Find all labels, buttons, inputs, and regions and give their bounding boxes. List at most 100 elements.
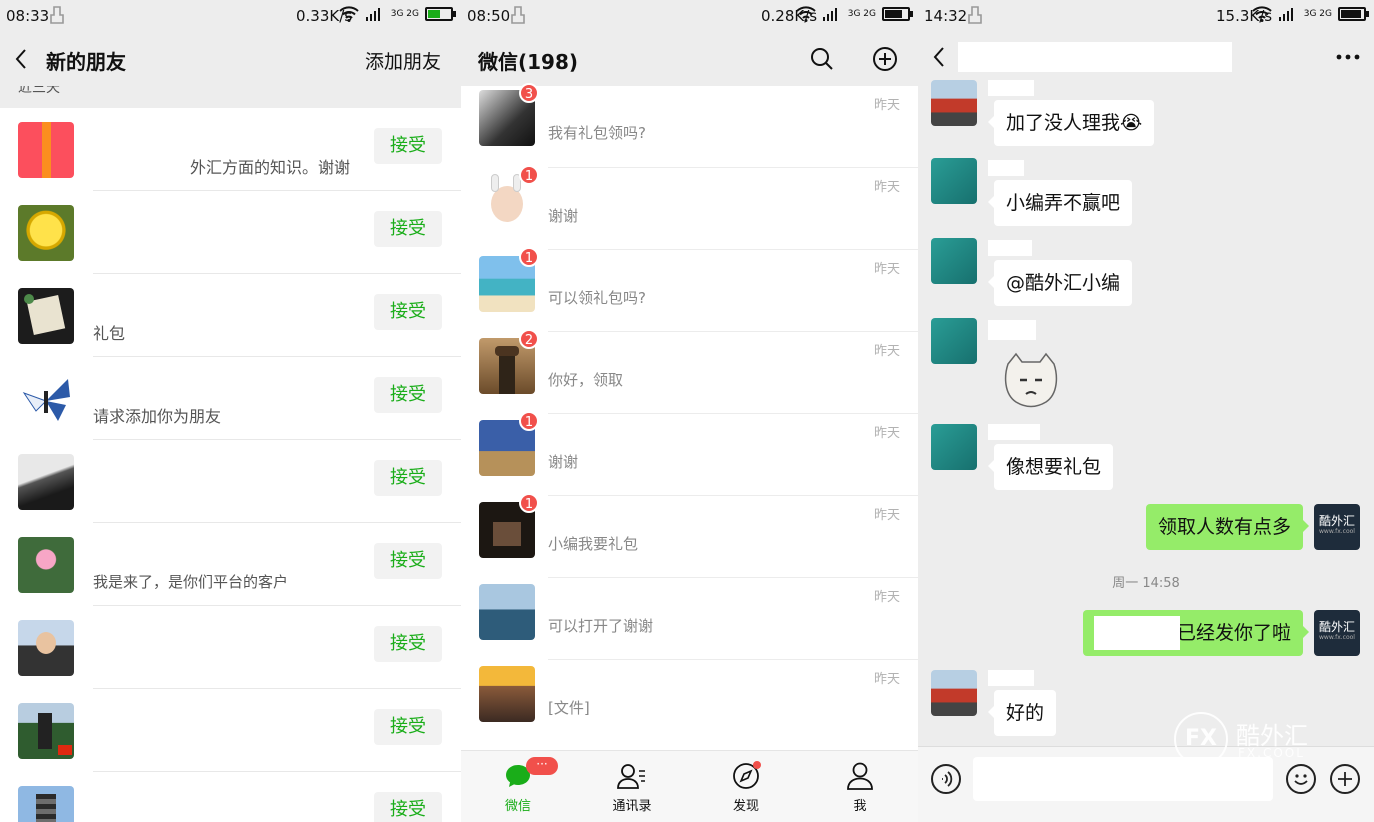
back-arrow-icon[interactable]: [932, 46, 946, 68]
signal-icon: [365, 8, 380, 21]
request-message: 礼包: [93, 324, 126, 343]
avatar: [18, 122, 74, 178]
chat-time: 昨天: [873, 672, 900, 687]
back-arrow-icon[interactable]: [14, 48, 28, 70]
chat-row[interactable]: 1 谢谢 昨天: [461, 165, 918, 250]
conversation-screen: 14:32 15.3K/s 3G 2G 加了没人理我😭 小编弄不赢吧 @酷外汇小…: [918, 0, 1374, 822]
message-bubble[interactable]: 领取人数有点多: [1145, 504, 1310, 550]
add-icon[interactable]: [872, 46, 898, 72]
avatar: [18, 205, 74, 261]
avatar: [18, 454, 74, 510]
plus-icon[interactable]: [1330, 764, 1360, 794]
accept-button[interactable]: 接受: [374, 709, 442, 745]
friend-request-row[interactable]: 接受: [0, 606, 461, 689]
message-bubble[interactable]: @酷外汇小编: [987, 260, 1133, 306]
accept-button[interactable]: 接受: [374, 792, 442, 822]
watermark-url: FX.COOL: [1238, 746, 1305, 760]
unread-badge: 2: [519, 329, 539, 349]
accept-button[interactable]: 接受: [374, 377, 442, 413]
wifi-icon: [1252, 6, 1272, 22]
self-avatar-name: 酷外汇: [1318, 620, 1355, 634]
battery-icon: [882, 7, 913, 21]
nav-bar: 微信(198): [461, 32, 918, 86]
avatar[interactable]: [931, 238, 977, 284]
friend-request-row[interactable]: 接受: [0, 689, 461, 772]
usb-icon: [50, 6, 64, 24]
more-icon[interactable]: [1336, 54, 1360, 60]
friend-request-row[interactable]: 礼包 接受: [0, 274, 461, 357]
wifi-icon: [796, 6, 816, 22]
status-time: 14:32: [924, 7, 968, 25]
voice-icon[interactable]: [931, 764, 961, 794]
tab-contacts[interactable]: 通讯录: [592, 761, 672, 814]
status-bar: 14:32 15.3K/s 3G 2G: [918, 0, 1374, 32]
tab-me[interactable]: 我: [820, 761, 900, 814]
tab-chats[interactable]: 微信 ···: [478, 757, 558, 814]
message-timestamp: 周一 14:58: [1112, 576, 1180, 591]
unread-badge: 1: [519, 165, 539, 185]
chat-time: 昨天: [873, 180, 900, 195]
tab-label: 通讯录: [612, 799, 652, 814]
chat-time: 昨天: [873, 344, 900, 359]
nav-bar: [918, 32, 1374, 78]
unread-badge: 1: [519, 247, 539, 267]
friend-request-row[interactable]: 我是来了，是你们平台的客户 接受: [0, 523, 461, 606]
friend-request-row[interactable]: 接受: [0, 772, 461, 822]
status-bar: 08:33 0.33K/s 3G 2G: [0, 0, 461, 32]
self-avatar[interactable]: 酷外汇 www.fx.cool: [1314, 610, 1360, 656]
accept-button[interactable]: 接受: [374, 128, 442, 164]
avatar: [479, 666, 535, 722]
accept-button[interactable]: 接受: [374, 211, 442, 247]
avatar[interactable]: [931, 670, 977, 716]
accept-button[interactable]: 接受: [374, 460, 442, 496]
accept-button[interactable]: 接受: [374, 543, 442, 579]
avatar[interactable]: [931, 424, 977, 470]
bottom-tab-bar: 微信 ··· 通讯录 发现 我: [461, 750, 918, 822]
network-type: 3G 2G: [390, 8, 419, 19]
message-bubble[interactable]: 加了没人理我😭: [987, 100, 1155, 146]
friend-request-row[interactable]: 请求添加你为朋友 接受: [0, 357, 461, 440]
chat-list-screen: 08:50 0.28K/s 3G 2G 微信(198) 3 我有礼包领吗? 昨天…: [461, 0, 918, 822]
tab-label: 发现: [732, 799, 759, 814]
tab-label: 我: [853, 799, 867, 814]
chat-preview: 你好，领取: [548, 371, 624, 389]
request-message: 请求添加你为朋友: [93, 407, 222, 426]
tab-discover[interactable]: 发现: [706, 761, 786, 814]
message-bubble[interactable]: 好的: [987, 690, 1057, 736]
chat-time: 昨天: [873, 590, 900, 605]
avatar[interactable]: [931, 158, 977, 204]
message-bubble[interactable]: 像想要礼包: [987, 444, 1114, 490]
battery-icon: [425, 7, 456, 21]
accept-button[interactable]: 接受: [374, 626, 442, 662]
accept-button[interactable]: 接受: [374, 294, 442, 330]
search-icon[interactable]: [810, 47, 834, 71]
chat-time: 昨天: [873, 262, 900, 277]
self-avatar-url: www.fx.cool: [1319, 528, 1355, 535]
friend-request-row[interactable]: 接受: [0, 191, 461, 274]
message-bubble[interactable]: 小编弄不赢吧: [987, 180, 1133, 226]
chat-row[interactable]: 1 小编我要礼包 昨天: [461, 493, 918, 578]
self-avatar[interactable]: 酷外汇 www.fx.cool: [1314, 504, 1360, 550]
page-title: 微信(198): [478, 50, 579, 74]
add-friend-button[interactable]: 添加朋友: [365, 47, 441, 74]
new-friends-screen: 08:33 0.33K/s 3G 2G 新的朋友 添加朋友 近三天 外汇方面的知…: [0, 0, 461, 822]
avatar[interactable]: [931, 318, 977, 364]
sticker[interactable]: [1002, 350, 1060, 408]
chat-row[interactable]: 2 你好，领取 昨天: [461, 329, 918, 414]
friend-request-row[interactable]: 接受: [0, 440, 461, 523]
chat-row[interactable]: 1 谢谢 昨天: [461, 411, 918, 496]
avatar[interactable]: [931, 80, 977, 126]
unread-badge: 1: [519, 411, 539, 431]
chat-row[interactable]: 可以打开了谢谢 昨天: [461, 578, 918, 660]
chat-preview: 可以打开了谢谢: [548, 617, 654, 635]
chat-row[interactable]: [文件] 昨天: [461, 660, 918, 742]
avatar: [18, 703, 74, 759]
status-time: 08:33: [6, 7, 50, 25]
friend-request-row[interactable]: 外汇方面的知识。谢谢 接受: [0, 108, 461, 191]
chat-time: 昨天: [873, 508, 900, 523]
chat-row[interactable]: 1 可以领礼包吗? 昨天: [461, 247, 918, 332]
chat-row[interactable]: 3 我有礼包领吗? 昨天: [461, 83, 918, 168]
avatar: [479, 584, 535, 640]
chat-preview: [文件]: [548, 699, 590, 717]
chat-preview: 小编我要礼包: [548, 535, 639, 553]
